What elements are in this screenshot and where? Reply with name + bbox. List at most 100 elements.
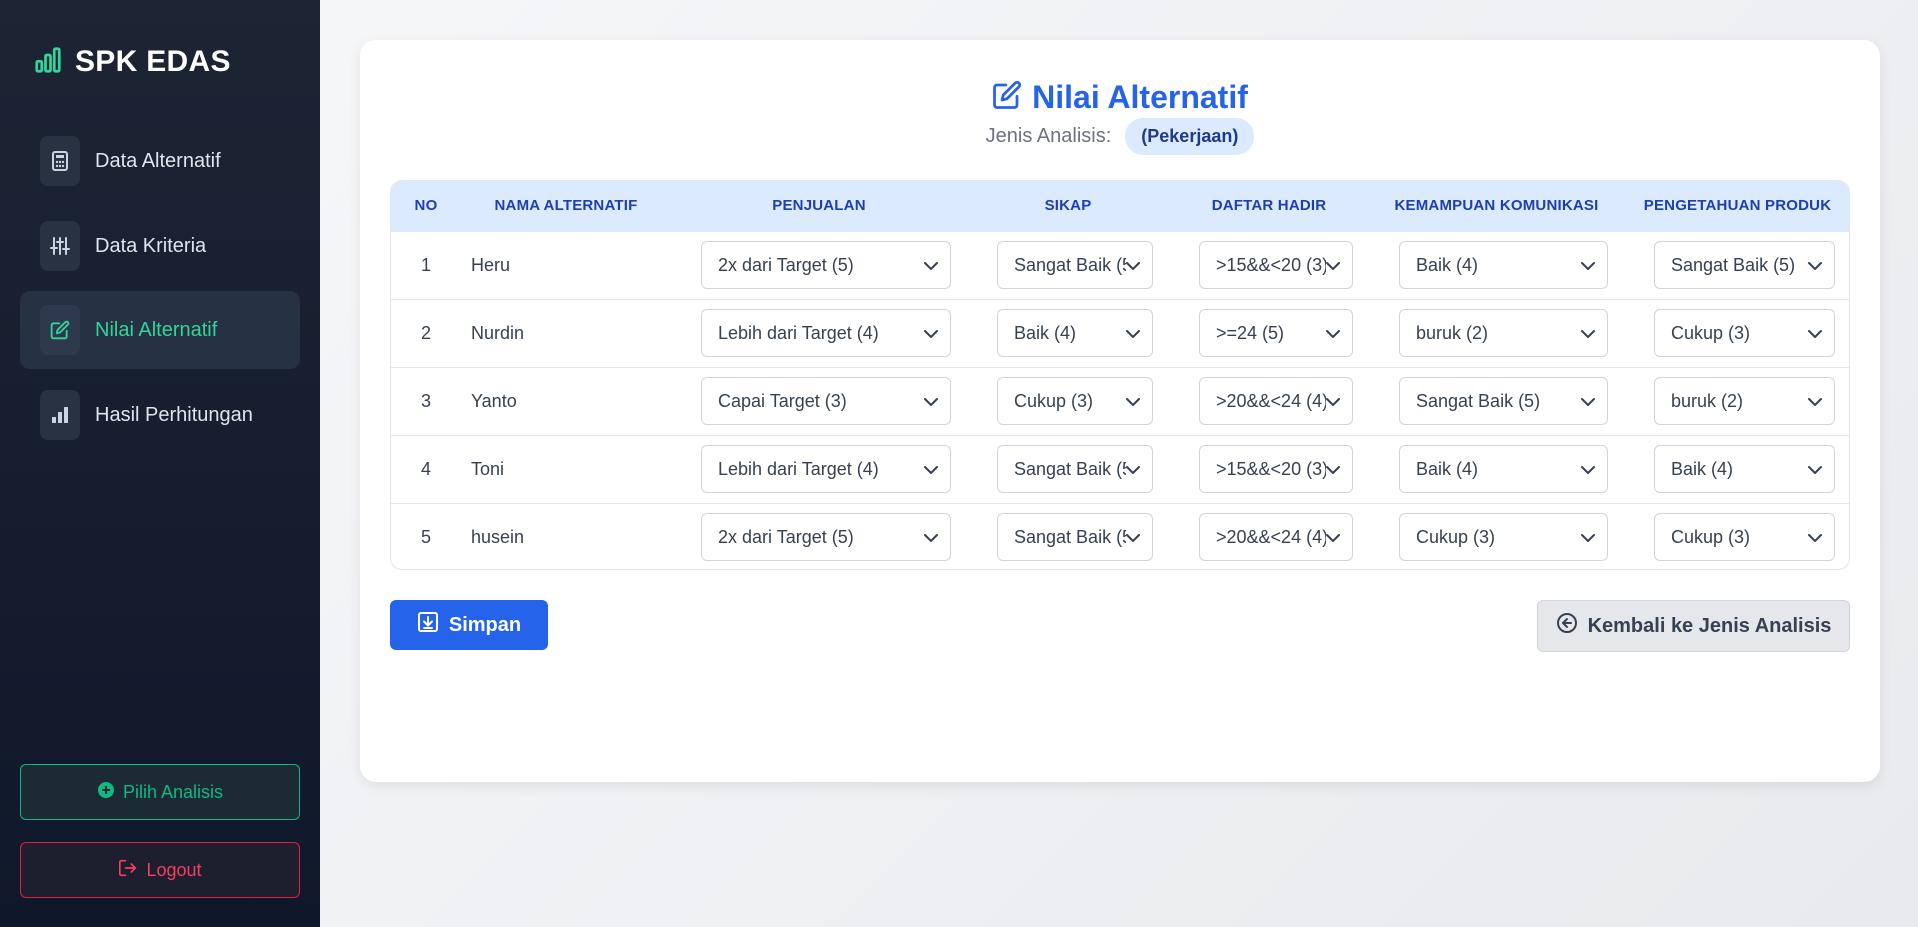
chevron-down-icon [1326,323,1340,344]
chevron-down-icon [1808,527,1822,548]
logout-label: Logout [146,859,202,880]
select-value: Lebih dari Target (4) [718,322,879,343]
column-header-nama: NAMA ALTERNATIF [494,197,638,215]
value-cell: Capai Target (3) [671,367,967,435]
select-value: buruk (2) [1416,322,1489,343]
sidebar-item-data-alternatif[interactable]: Data Alternatif [20,122,300,200]
value-select[interactable]: Capai Target (3) [701,377,951,425]
table-row: 4 Toni Lebih dari Target (4) Sangat Baik (5… [391,435,1849,503]
value-select[interactable]: >=24 (5) [1199,309,1353,357]
chevron-down-icon [1581,391,1595,412]
select-value: Baik (4) [1416,458,1479,479]
select-value: buruk (2) [1671,390,1744,411]
save-download-icon [417,611,439,639]
alternative-name: Nurdin [471,322,525,343]
row-number: 2 [420,322,431,343]
edit-icon [992,80,1022,115]
value-select[interactable]: Baik (4) [1654,445,1835,493]
value-select[interactable]: >15&&<20 (3) [1199,445,1353,493]
value-select[interactable]: Sangat Baik (5) [997,445,1153,493]
analysis-type-row: Jenis Analisis: (Pekerjaan) [360,116,1880,156]
select-value: Sangat Baik (5) [1014,526,1126,547]
value-select[interactable]: Cukup (3) [1654,513,1835,562]
value-cell: Sangat Baik (5) [1624,231,1849,299]
row-number: 1 [420,254,431,275]
value-select[interactable]: Cukup (3) [997,377,1153,425]
select-value: 2x dari Target (5) [718,254,854,275]
value-select[interactable]: 2x dari Target (5) [701,241,951,289]
table-row: 1 Heru 2x dari Target (5) Sangat Baik (5) >1… [391,231,1849,299]
value-select[interactable]: >15&&<20 (3) [1199,241,1353,289]
value-select[interactable]: >20&&<24 (4) [1199,513,1353,562]
value-select[interactable]: Cukup (3) [1654,309,1835,357]
sidebar: SPK EDAS Data Alternatif Data Kriteria N… [0,0,320,927]
value-cell: Sangat Baik (5) [967,435,1169,503]
select-value: Sangat Baik (5) [1416,390,1541,411]
select-value: Baik (4) [1671,458,1734,479]
value-cell: >20&&<24 (4) [1169,367,1369,435]
select-value: 2x dari Target (5) [718,526,854,547]
value-select[interactable]: buruk (2) [1654,377,1835,425]
select-value: Sangat Baik (5) [1014,458,1126,479]
value-cell: buruk (2) [1369,299,1624,367]
value-cell: Sangat Baik (5) [967,231,1169,299]
value-select[interactable]: Baik (4) [1399,241,1608,289]
chevron-down-icon [1808,391,1822,412]
value-cell: Lebih dari Target (4) [671,435,967,503]
save-button[interactable]: Simpan [390,600,548,650]
brand: SPK EDAS [33,42,231,82]
bar-chart-icon [40,390,80,440]
back-button[interactable]: Kembali ke Jenis Analisis [1537,600,1850,652]
value-select[interactable]: buruk (2) [1399,309,1608,357]
logout-button[interactable]: Logout [20,842,300,898]
analysis-type-badge: (Pekerjaan) [1125,117,1255,155]
select-value: Lebih dari Target (4) [718,458,879,479]
value-select[interactable]: Sangat Baik (5) [997,241,1153,289]
page-title: Nilai Alternatif [1032,78,1248,115]
sidebar-item-data-kriteria[interactable]: Data Kriteria [20,207,300,285]
chevron-down-icon [1326,255,1340,276]
analysis-type-label: Jenis Analisis: [985,124,1112,147]
value-cell: >15&&<20 (3) [1169,435,1369,503]
sidebar-item-label: Hasil Perhitungan [95,403,253,426]
value-select[interactable]: Sangat Baik (5) [1399,377,1608,425]
bar-chart-logo-icon [33,45,63,80]
back-label: Kembali ke Jenis Analisis [1587,614,1832,637]
value-select[interactable]: Lebih dari Target (4) [701,309,951,357]
value-select[interactable]: Baik (4) [997,309,1153,357]
value-select[interactable]: Baik (4) [1399,445,1608,493]
select-value: Cukup (3) [1014,390,1094,411]
value-select[interactable]: Lebih dari Target (4) [701,445,951,493]
chevron-down-icon [1581,527,1595,548]
value-cell: >=24 (5) [1169,299,1369,367]
value-cell: Cukup (3) [1624,299,1849,367]
column-header-daftar-hadir: DAFTAR HADIR [1211,197,1327,215]
value-select[interactable]: Cukup (3) [1399,513,1608,562]
value-select[interactable]: >20&&<24 (4) [1199,377,1353,425]
edit-icon [40,305,80,355]
pilih-analisis-button[interactable]: Pilih Analisis [20,764,300,820]
value-select[interactable]: Sangat Baik (5) [1654,241,1835,289]
value-cell: Cukup (3) [1624,503,1849,569]
chevron-down-icon [1326,391,1340,412]
value-cell: Cukup (3) [1369,503,1624,569]
alternative-name: husein [471,526,525,547]
calculator-icon [40,136,80,186]
chevron-down-icon [924,323,938,344]
value-select[interactable]: Sangat Baik (5) [997,513,1153,562]
value-select[interactable]: 2x dari Target (5) [701,513,951,562]
sliders-icon [40,221,80,271]
select-value: >15&&<20 (3) [1216,254,1326,275]
select-value: Sangat Baik (5) [1014,254,1126,275]
sidebar-item-nilai-alternatif[interactable]: Nilai Alternatif [20,291,300,369]
sidebar-item-hasil-perhitungan[interactable]: Hasil Perhitungan [20,376,300,454]
value-cell: >20&&<24 (4) [1169,503,1369,569]
value-cell: >15&&<20 (3) [1169,231,1369,299]
chevron-down-icon [1808,255,1822,276]
column-header-komunikasi: KEMAMPUAN KOMUNIKASI [1394,197,1599,215]
column-header-penjualan: PENJUALAN [772,197,866,215]
sidebar-item-label: Data Alternatif [95,149,221,172]
alternative-name: Toni [471,458,505,479]
value-cell: Baik (4) [1369,231,1624,299]
select-value: >20&&<24 (4) [1216,526,1326,547]
